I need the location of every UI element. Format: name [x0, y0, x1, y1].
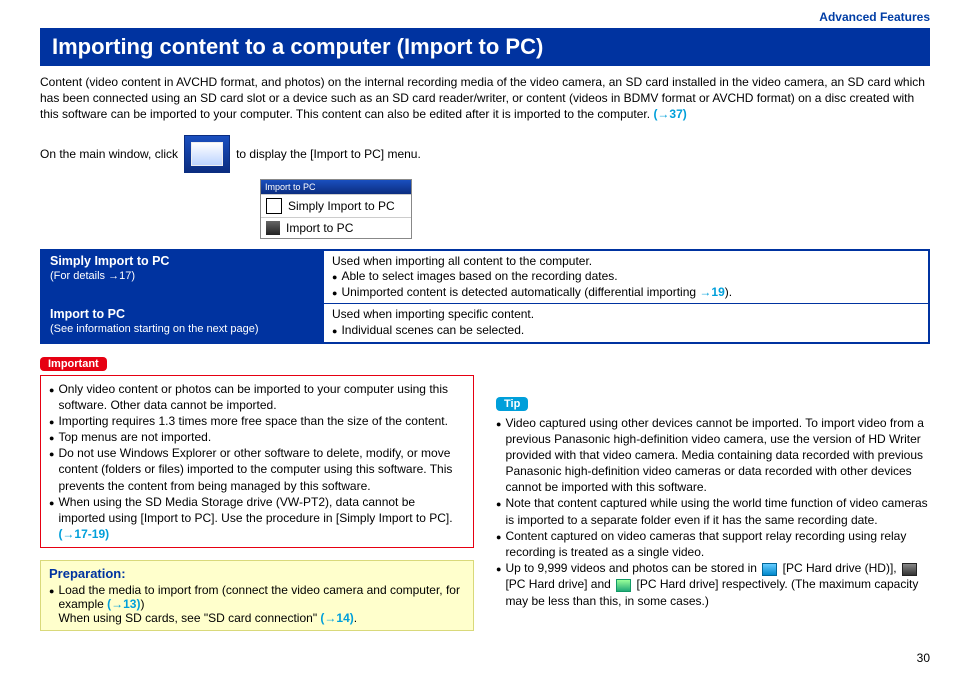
row-import-title: Import to PC — [50, 307, 125, 321]
click-instruction: On the main window, click to display the… — [40, 135, 930, 173]
important-b5: When using the SD Media Storage drive (V… — [58, 495, 452, 525]
important-b1: Only video content or photos can be impo… — [58, 381, 465, 413]
dropdown-item-import[interactable]: Import to PC — [261, 217, 411, 238]
shield-icon — [266, 198, 282, 214]
row-simply-desc-line1: Used when importing all content to the c… — [332, 254, 920, 270]
important-b4: Do not use Windows Explorer or other sof… — [58, 445, 465, 494]
intro-paragraph: Content (video content in AVCHD format, … — [40, 74, 930, 123]
feature-table: Simply Import to PC (For details →17) Us… — [40, 249, 930, 344]
tip-box: Video captured using other devices canno… — [496, 415, 930, 609]
row-import-bullet1: Individual scenes can be selected. — [332, 323, 920, 339]
tip-pill: Tip — [496, 397, 528, 411]
tip-b4-lbl2: [PC Hard drive] and — [505, 577, 614, 591]
right-column: Tip Video captured using other devices c… — [496, 356, 930, 632]
row-import-sub: (See information starting on the next pa… — [50, 323, 259, 335]
row-simply-sub-a: (For details — [50, 270, 108, 282]
hd-drive-icon — [762, 563, 777, 576]
drive-icon — [902, 563, 917, 576]
prep-line2b: . — [354, 611, 357, 625]
page-number: 30 — [917, 651, 930, 665]
link-13[interactable]: (→13) — [107, 597, 140, 611]
row-simply-title: Simply Import to PC — [50, 254, 169, 268]
dropdown-item-simply[interactable]: Simply Import to PC — [261, 194, 411, 217]
important-b2: Importing requires 1.3 times more free s… — [58, 413, 448, 429]
row-simply-left: Simply Import to PC (For details →17) — [41, 250, 324, 304]
breadcrumb: Advanced Features — [40, 10, 930, 24]
important-pill: Important — [40, 357, 107, 371]
tip-b4-lbl1: [PC Hard drive (HD)], — [779, 561, 900, 575]
important-b3: Top menus are not imported. — [58, 429, 211, 445]
click-after: to display the [Import to PC] menu. — [236, 147, 421, 161]
link-14[interactable]: (→14) — [320, 611, 353, 625]
row-import-right: Used when importing specific content. In… — [324, 304, 930, 343]
prep-line2a: When using SD cards, see "SD card connec… — [58, 611, 320, 625]
left-column: Important Only video content or photos c… — [40, 356, 474, 632]
row-simply-bullet1: Able to select images based on the recor… — [332, 269, 920, 285]
tip-b2: Note that content captured while using t… — [505, 495, 930, 527]
link-19[interactable]: →19 — [699, 285, 724, 299]
pc-icon — [266, 221, 280, 235]
dropdown-header: Import to PC — [261, 180, 411, 194]
tip-b1: Video captured using other devices canno… — [505, 415, 930, 496]
preparation-heading: Preparation: — [49, 566, 465, 581]
tip-b3: Content captured on video cameras that s… — [505, 528, 930, 560]
dropdown-item-label: Import to PC — [286, 221, 353, 235]
intro-link-37[interactable]: (→37) — [653, 107, 686, 121]
row-simply-link[interactable]: →17 — [108, 270, 131, 282]
important-box: Only video content or photos can be impo… — [40, 375, 474, 549]
row-import-left: Import to PC (See information starting o… — [41, 304, 324, 343]
link-17-19[interactable]: (→17-19) — [58, 527, 109, 541]
import-dropdown: Import to PC Simply Import to PC Import … — [260, 179, 412, 239]
page-title: Importing content to a computer (Import … — [40, 28, 930, 66]
tip-b4a: Up to 9,999 videos and photos can be sto… — [505, 561, 760, 575]
intro-text: Content (video content in AVCHD format, … — [40, 75, 925, 121]
row-simply-right: Used when importing all content to the c… — [324, 250, 930, 304]
row-simply-sub-b: ) — [131, 270, 135, 282]
prep-b1b: ) — [140, 597, 144, 611]
preparation-box: Preparation: ●Load the media to import f… — [40, 560, 474, 631]
drive-icon-2 — [616, 579, 631, 592]
import-to-pc-icon — [184, 135, 230, 173]
click-before: On the main window, click — [40, 147, 178, 161]
row-import-desc-line1: Used when importing specific content. — [332, 307, 920, 323]
dropdown-item-label: Simply Import to PC — [288, 199, 395, 213]
